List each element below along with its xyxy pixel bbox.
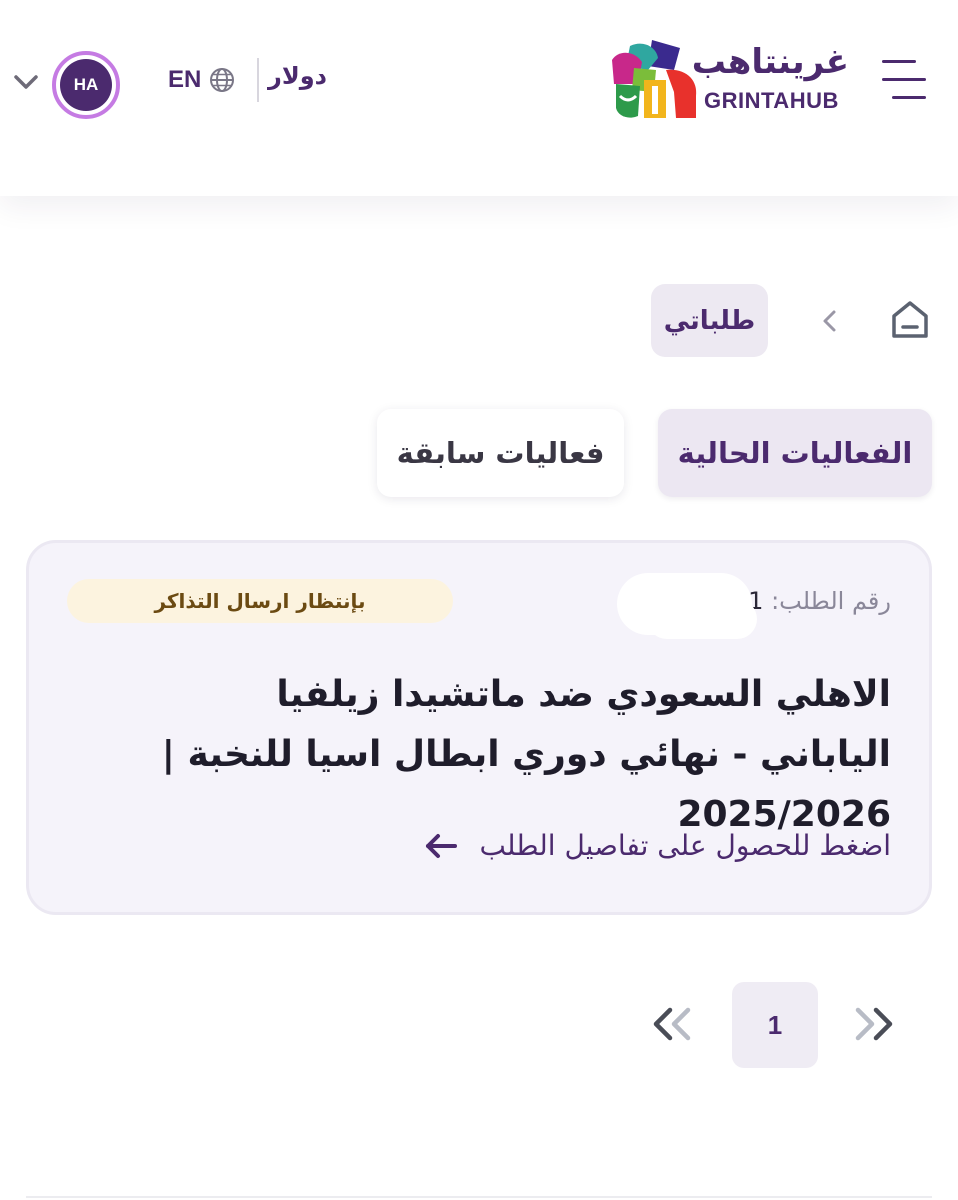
- menu-icon-line: [882, 78, 926, 81]
- arrow-left-icon: [425, 833, 457, 858]
- breadcrumb-current[interactable]: طلباتي: [651, 284, 768, 357]
- first-page-icon[interactable]: [852, 1004, 902, 1044]
- language-label: EN: [168, 66, 202, 93]
- order-number: رقم الطلب: 1: [748, 587, 891, 615]
- tab-current-events[interactable]: الفعاليات الحالية: [658, 409, 932, 497]
- event-title: الاهلي السعودي ضد ماتشيدا زيلفيا اليابان…: [161, 674, 891, 835]
- user-avatar[interactable]: HA: [52, 51, 120, 119]
- chevron-right-icon: [823, 310, 836, 332]
- brand-name-english: GRINTAHUB: [704, 88, 839, 113]
- avatar-initials: HA: [60, 59, 112, 111]
- logo-mark-icon: [612, 40, 697, 118]
- menu-button[interactable]: [878, 58, 928, 102]
- order-number-label: رقم الطلب:: [771, 587, 891, 615]
- menu-icon: [882, 60, 916, 63]
- tab-past-events[interactable]: فعاليات سابقة: [377, 409, 624, 497]
- home-icon[interactable]: [888, 298, 932, 342]
- status-badge: بإنتظار ارسال التذاكر: [67, 579, 453, 623]
- currency-selector[interactable]: دولار: [268, 62, 327, 90]
- chevron-down-icon[interactable]: [12, 72, 40, 92]
- brand-name-arabic: غرينتاهب: [691, 42, 849, 82]
- footer-divider: [26, 1196, 932, 1198]
- page-number-button[interactable]: 1: [732, 982, 818, 1068]
- top-header: غرينتاهب GRINTAHUB دولار EN HA: [0, 0, 958, 196]
- details-link-label: اضغط للحصول على تفاصيل الطلب: [479, 829, 891, 862]
- language-selector[interactable]: EN: [168, 64, 235, 96]
- order-card: رقم الطلب: 1 بإنتظار ارسال التذاكر الاهل…: [26, 540, 932, 915]
- header-divider: [257, 58, 259, 102]
- redaction-mark: [647, 599, 757, 639]
- last-page-icon[interactable]: [650, 1004, 700, 1044]
- menu-icon-line: [892, 96, 926, 99]
- brand-logo[interactable]: غرينتاهب GRINTAHUB: [608, 40, 853, 122]
- order-details-link[interactable]: اضغط للحصول على تفاصيل الطلب: [424, 829, 891, 862]
- globe-icon: [210, 68, 235, 92]
